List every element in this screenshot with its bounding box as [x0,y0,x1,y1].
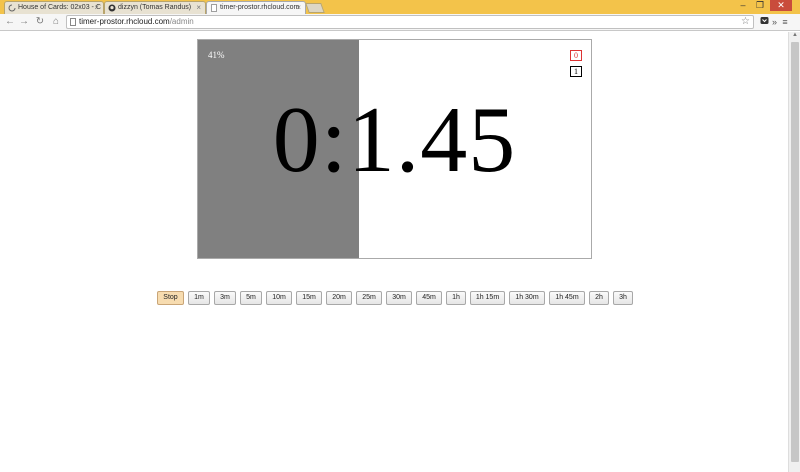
reload-icon[interactable]: ↻ [34,16,46,28]
preset-2h-button[interactable]: 2h [589,291,609,305]
marker-1[interactable]: 1 [570,66,582,77]
timer-panel: 41% 0:1.45 0 1 [197,39,592,259]
preset-1h-45m-button[interactable]: 1h 45m [549,291,585,305]
minimize-icon[interactable]: – [735,0,751,11]
progress-percent: 41% [208,50,225,60]
marker-0[interactable]: 0 [570,50,582,61]
github-icon [108,4,116,12]
maximize-icon[interactable]: ❐ [752,0,768,11]
preset-15m-button[interactable]: 15m [296,291,322,305]
close-tab-icon[interactable]: × [196,2,201,14]
url-path: /admin [169,17,194,26]
tab-timer[interactable]: timer-prostor.rhcloud.com × [206,1,306,14]
close-window-icon[interactable]: ✕ [770,0,792,11]
preset-20m-button[interactable]: 20m [326,291,352,305]
preset-45m-button[interactable]: 45m [416,291,442,305]
preset-25m-button[interactable]: 25m [356,291,382,305]
scrollbar-thumb[interactable] [791,42,799,462]
preset-30m-button[interactable]: 30m [386,291,412,305]
page-info-icon [70,18,76,26]
address-bar[interactable]: timer-prostor.rhcloud.com/admin ☆ [66,15,754,29]
preset-1h-30m-button[interactable]: 1h 30m [509,291,545,305]
preset-5m-button[interactable]: 5m [240,291,262,305]
preset-1h-button[interactable]: 1h [446,291,466,305]
close-tab-icon[interactable]: × [94,2,99,14]
tab-github[interactable]: dizzyn (Tomas Randus) × [104,1,206,14]
extensions-overflow-icon[interactable]: » [771,16,778,28]
preset-1h-15m-button[interactable]: 1h 15m [470,291,505,305]
home-icon[interactable]: ⌂ [50,16,62,28]
url-host: timer-prostor.rhcloud.com [79,17,170,26]
bookmark-star-icon[interactable]: ☆ [741,16,750,28]
browser-toolbar: ← → ↻ ⌂ timer-prostor.rhcloud.com/admin … [0,14,800,31]
preset-10m-button[interactable]: 10m [266,291,292,305]
time-display: 0:1.45 [272,88,517,192]
forward-icon[interactable]: → [18,16,30,28]
page-icon [210,4,218,12]
pocket-icon[interactable] [759,16,769,28]
back-icon[interactable]: ← [4,16,16,28]
preset-3m-button[interactable]: 3m [214,291,236,305]
tab-title: House of Cards: 02x03 - C [18,4,101,11]
tab-title: timer-prostor.rhcloud.com [220,4,300,11]
new-tab-button[interactable] [305,3,325,13]
preset-1m-button[interactable]: 1m [188,291,210,305]
loading-icon [8,4,16,12]
tab-house-of-cards[interactable]: House of Cards: 02x03 - C × [4,1,104,14]
preset-3h-button[interactable]: 3h [613,291,633,305]
title-bar: House of Cards: 02x03 - C × dizzyn (Toma… [0,0,800,14]
tab-title: dizzyn (Tomas Randus) [118,4,192,11]
vertical-scrollbar[interactable]: ▲ [788,32,800,472]
stop-button[interactable]: Stop [157,291,184,305]
scroll-up-icon[interactable]: ▲ [789,32,800,41]
menu-icon[interactable]: ≡ [780,16,790,28]
close-tab-icon[interactable]: × [296,2,301,14]
